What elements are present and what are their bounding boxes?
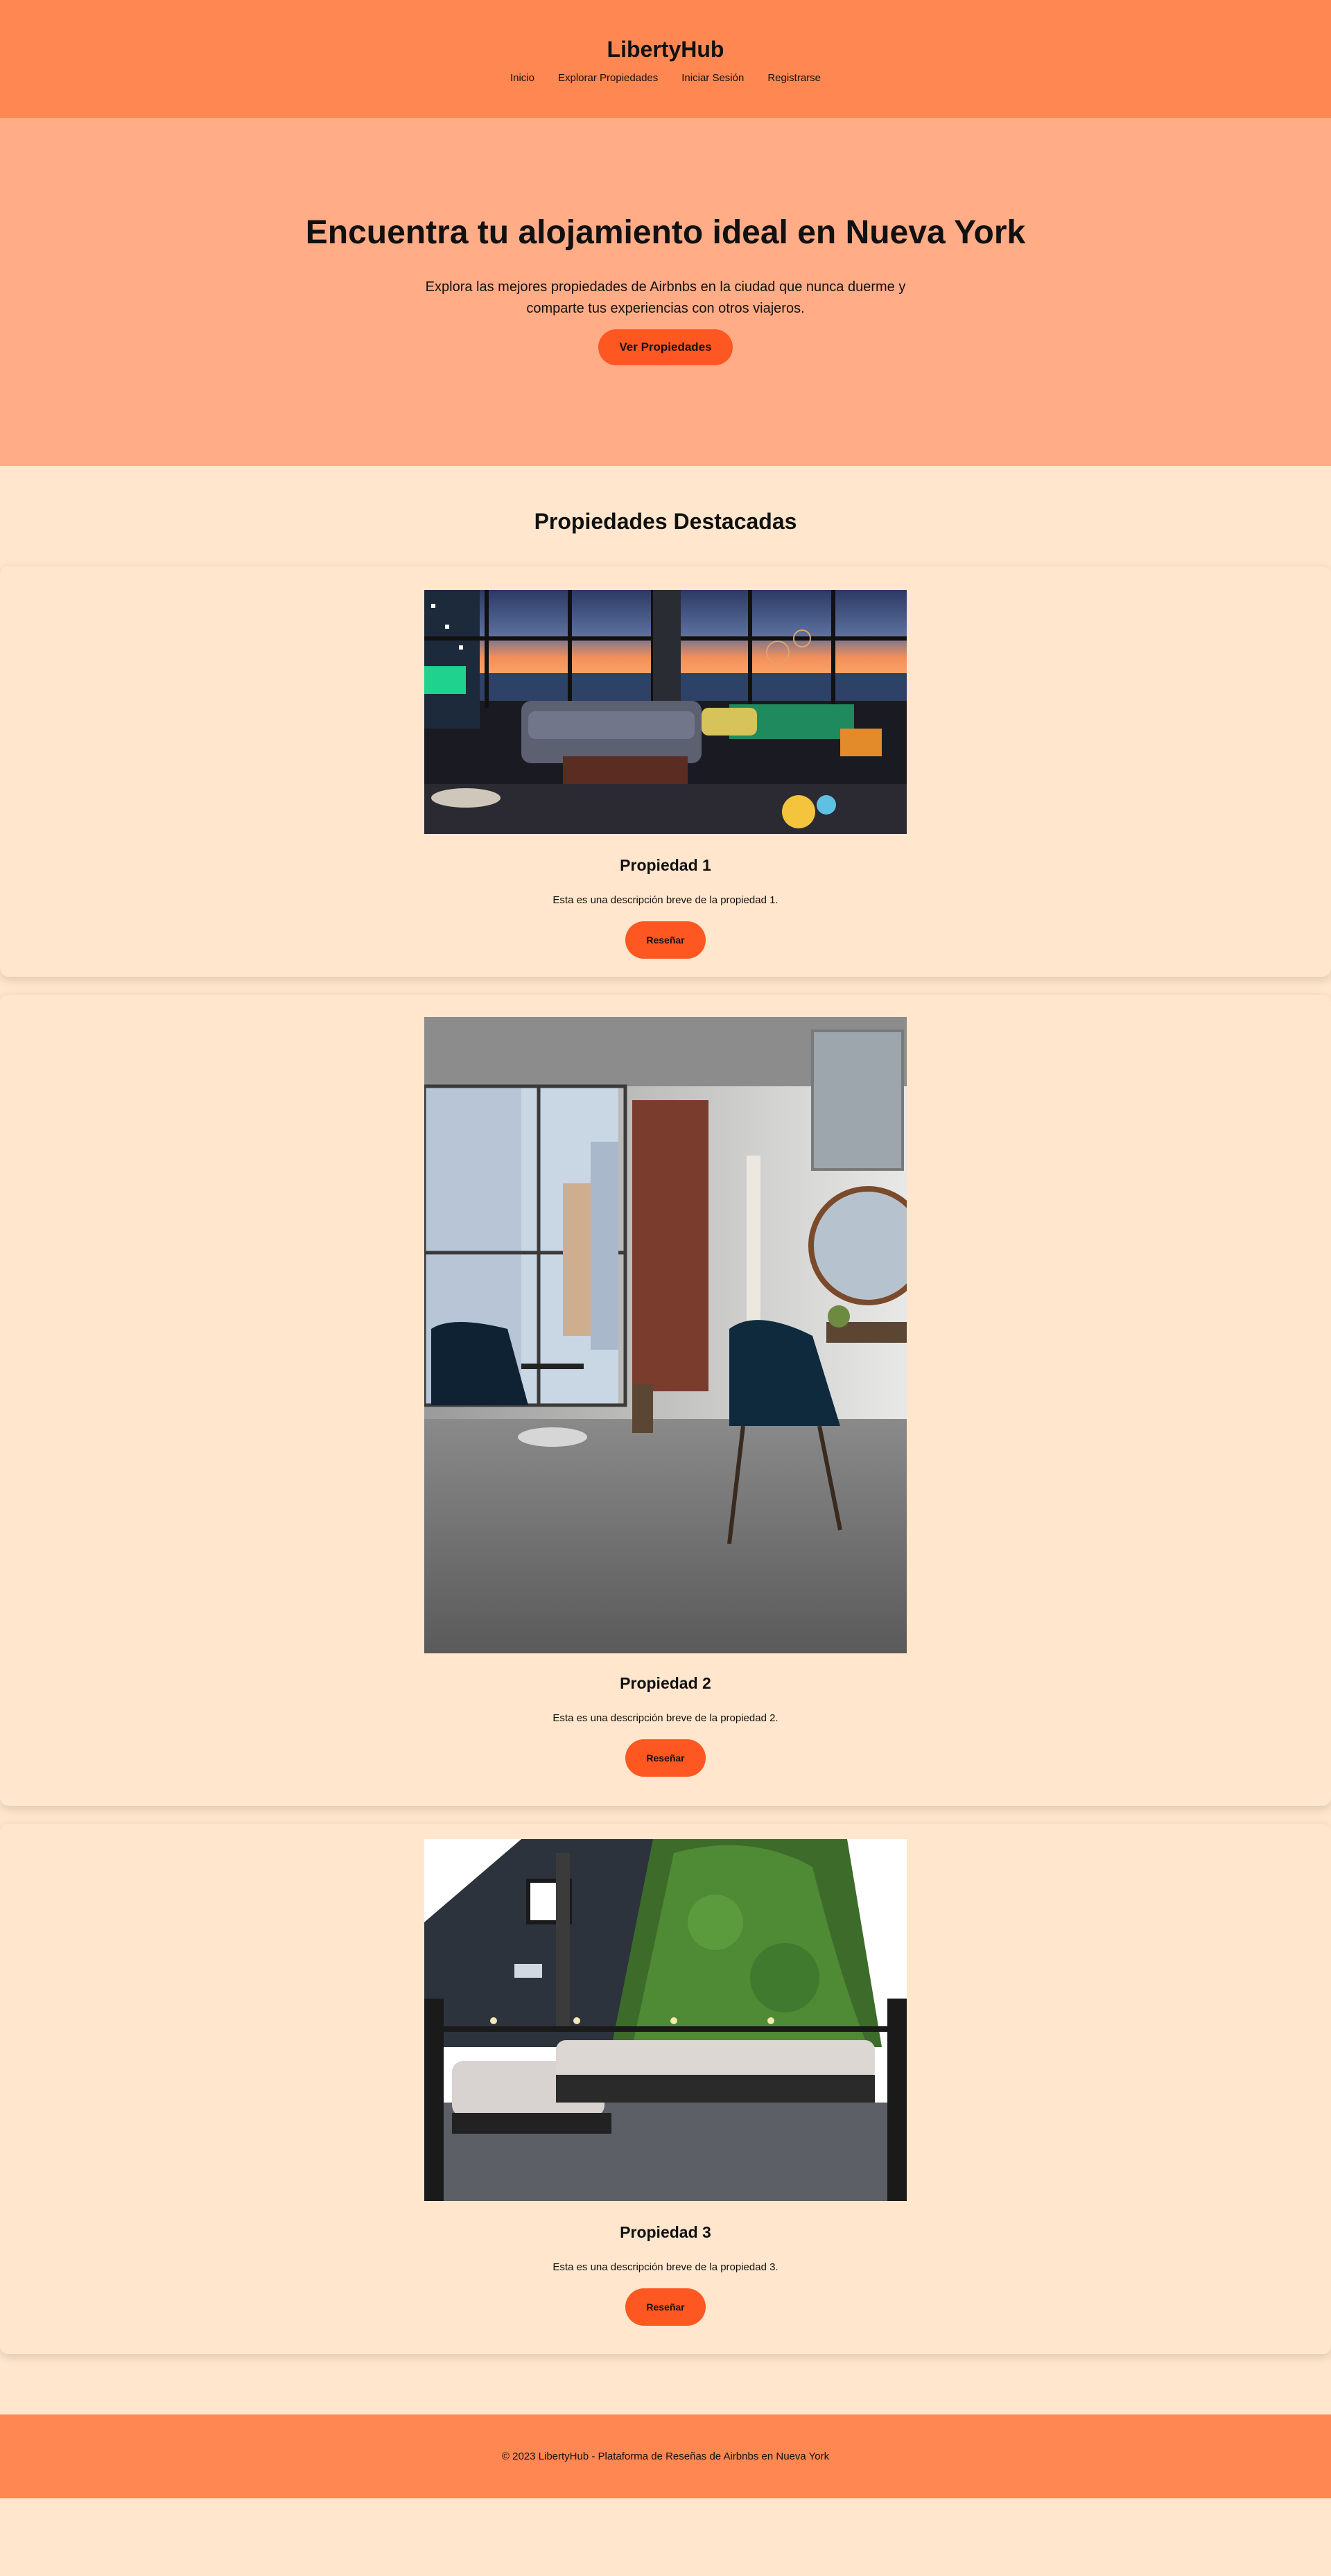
property-3-description: Esta es una descripción breve de la prop… — [553, 2261, 778, 2273]
review-button-1[interactable]: Reseñar — [625, 921, 706, 959]
brand-title: LibertyHub — [607, 37, 724, 62]
main-nav: Inicio Explorar Propiedades Iniciar Sesi… — [510, 72, 821, 84]
nav-link-explorar-propiedades[interactable]: Explorar Propiedades — [558, 72, 658, 84]
nav-link-iniciar-sesion[interactable]: Iniciar Sesión — [681, 72, 744, 84]
review-button-3[interactable]: Reseñar — [625, 2288, 706, 2326]
hero-title: Encuentra tu alojamiento ideal en Nueva … — [305, 214, 1026, 251]
featured-section: Propiedades Destacadas Propiedad 1 Esta … — [0, 466, 1331, 2354]
property-2-image — [424, 1017, 907, 1653]
nav-link-inicio[interactable]: Inicio — [510, 72, 534, 84]
property-2-name: Propiedad 2 — [620, 1674, 711, 1692]
property-1-image — [424, 590, 907, 834]
hero-subtitle: Explora las mejores propiedades de Airbn… — [425, 279, 906, 316]
site-footer: © 2023 LibertyHub - Plataforma de Reseña… — [0, 2414, 1331, 2498]
property-1-description: Esta es una descripción breve de la prop… — [553, 894, 778, 906]
hero-section: Encuentra tu alojamiento ideal en Nueva … — [0, 118, 1331, 466]
site-header: LibertyHub Inicio Explorar Propiedades I… — [0, 0, 1331, 118]
property-card-2: Propiedad 2 Esta es una descripción brev… — [0, 995, 1331, 1806]
nav-link-registrarse[interactable]: Registrarse — [767, 72, 821, 84]
property-3-name: Propiedad 3 — [620, 2223, 711, 2241]
property-1-name: Propiedad 1 — [620, 856, 711, 874]
footer-text: © 2023 LibertyHub - Plataforma de Reseña… — [501, 2451, 830, 2462]
featured-title: Propiedades Destacadas — [534, 509, 797, 534]
property-card-3: Propiedad 3 Esta es una descripción brev… — [0, 1824, 1331, 2354]
property-card-1: Propiedad 1 Esta es una descripción brev… — [0, 566, 1331, 977]
property-2-description: Esta es una descripción breve de la prop… — [553, 1712, 778, 1724]
property-3-image — [424, 1839, 907, 2201]
view-properties-button[interactable]: Ver Propiedades — [598, 329, 733, 365]
review-button-2[interactable]: Reseñar — [625, 1739, 706, 1777]
